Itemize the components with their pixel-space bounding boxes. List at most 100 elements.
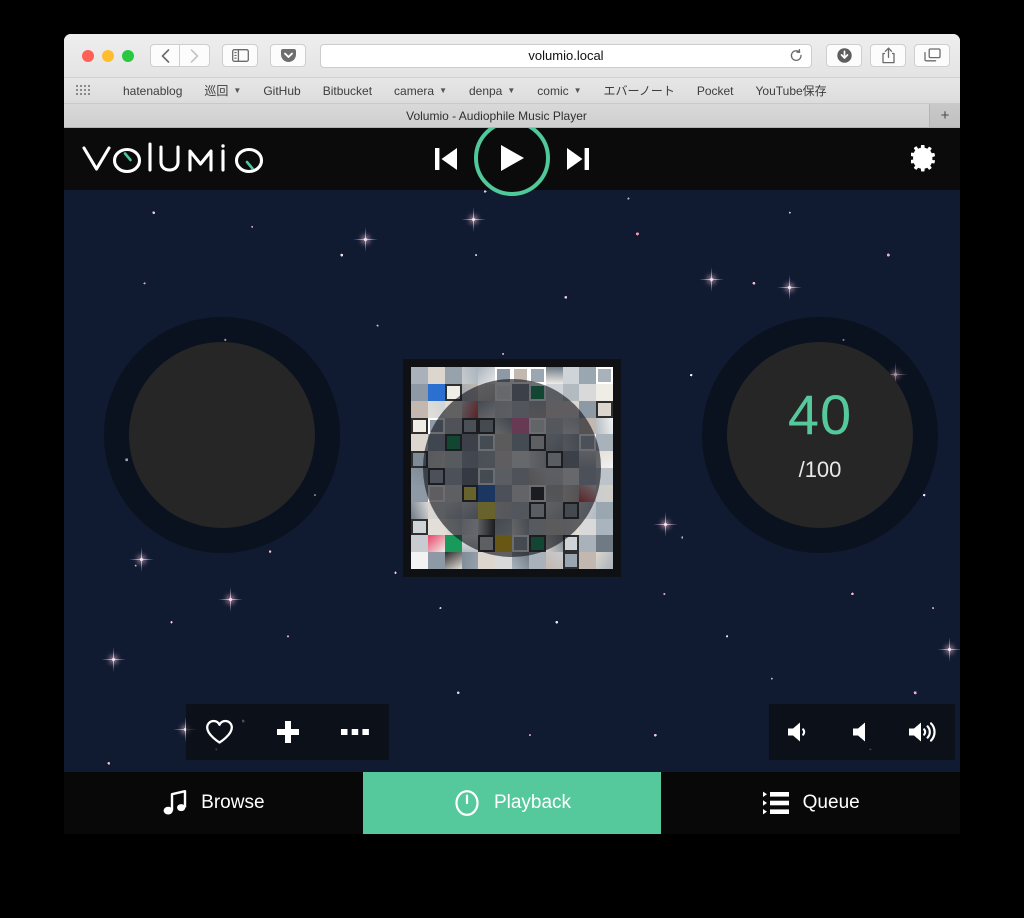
show-all-tabs-button[interactable]	[914, 44, 950, 67]
close-window-button[interactable]	[82, 49, 94, 62]
bookmarks-bar: hatenablog 巡回 ▼ GitHub Bitbucket camera …	[64, 78, 960, 104]
reload-button[interactable]	[790, 48, 803, 63]
play-button[interactable]	[474, 128, 550, 196]
volume-knob[interactable]: 40 /100	[727, 342, 913, 528]
bottom-navigation: Browse Playback Queue	[64, 772, 960, 834]
add-to-playlist-button[interactable]	[254, 704, 322, 760]
bookmark-label: denpa	[468, 83, 503, 98]
bookmark-bitbucket[interactable]: Bitbucket	[312, 84, 383, 98]
album-cover-tile	[562, 367, 580, 384]
bookmark-evernote[interactable]: エバーノート	[593, 82, 686, 99]
apps-grid-icon[interactable]	[76, 85, 90, 96]
reload-icon	[790, 48, 802, 61]
album-cover-tile	[427, 383, 445, 401]
volume-mute-icon	[853, 722, 865, 742]
bookmark-camera[interactable]: camera ▼	[383, 84, 458, 98]
minimize-window-button[interactable]	[102, 49, 114, 62]
more-options-button[interactable]	[321, 704, 389, 760]
bookmark-github[interactable]: GitHub	[252, 84, 311, 98]
album-cover-tile	[596, 400, 613, 418]
chevron-down-icon: ▼	[573, 85, 582, 95]
download-icon	[836, 48, 852, 63]
bookmark-comic[interactable]: comic ▼	[526, 84, 592, 98]
album-cover-tile	[411, 535, 428, 553]
downloads-button[interactable]	[826, 44, 862, 67]
album-cover-tile	[596, 417, 613, 435]
seek-knob[interactable]	[129, 342, 315, 528]
maximize-window-button[interactable]	[122, 49, 134, 62]
album-cover-tile	[596, 535, 613, 553]
bookmark-label: hatenablog	[123, 83, 183, 98]
gear-icon	[911, 145, 935, 172]
new-tab-button[interactable]: +	[930, 104, 960, 127]
share-button[interactable]	[870, 44, 906, 67]
album-cover-tile	[545, 367, 563, 384]
previous-track-button[interactable]	[433, 145, 459, 173]
volumio-logo	[81, 141, 279, 177]
album-cover-tile	[596, 518, 613, 536]
bookmark-youtube-save[interactable]: YouTube保存	[745, 82, 838, 99]
bookmark-denpa[interactable]: denpa ▼	[458, 84, 526, 98]
bookmark-label: 巡回	[204, 84, 229, 98]
plus-icon	[276, 721, 299, 743]
playback-stage: 40 /100	[64, 190, 960, 772]
window-controls	[82, 49, 134, 62]
nav-browse[interactable]: Browse	[64, 772, 363, 834]
mute-button[interactable]	[831, 704, 893, 760]
album-cover-tile	[427, 552, 445, 569]
next-track-icon	[567, 148, 589, 170]
bookmark-label: Bitbucket	[322, 83, 373, 98]
album-cover-tile	[411, 400, 428, 418]
new-tab-label: +	[940, 107, 950, 124]
music-note-icon	[163, 790, 187, 815]
settings-button[interactable]	[911, 145, 939, 173]
next-track-button[interactable]	[565, 145, 591, 173]
bookmark-hatenablog[interactable]: hatenablog	[112, 84, 193, 98]
volume-up-icon	[909, 722, 936, 742]
sidebar-toggle-button[interactable]	[222, 44, 258, 67]
chevron-down-icon: ▼	[439, 85, 447, 95]
chevron-down-icon: ▼	[507, 85, 516, 95]
volume-down-button[interactable]	[769, 704, 831, 760]
forward-button[interactable]	[180, 44, 210, 67]
clock-icon	[455, 790, 479, 816]
volumio-app: 40 /100 Browse Playback Queue	[64, 128, 960, 834]
bookmark-label: GitHub	[263, 83, 301, 98]
ellipsis-icon	[341, 729, 370, 735]
favorite-button[interactable]	[186, 704, 254, 760]
nav-playback[interactable]: Playback	[362, 772, 662, 834]
show-all-tabs-icon	[923, 48, 941, 62]
album-cover-tile	[579, 383, 597, 401]
volume-max-label: /100	[798, 457, 842, 482]
nav-label: Queue	[802, 792, 860, 813]
album-cover-tile	[579, 535, 597, 553]
album-cover-tile	[596, 552, 613, 569]
forward-chevron-icon	[190, 48, 199, 63]
nav-label: Browse	[201, 792, 265, 813]
nav-queue[interactable]: Queue	[661, 772, 960, 834]
play-icon	[501, 145, 524, 171]
album-cover-tile	[562, 552, 580, 569]
album-cover-tile	[411, 518, 428, 536]
album-cover-tile	[596, 383, 613, 401]
album-cover-tile	[596, 367, 613, 384]
tab-volumio[interactable]: Volumio - Audiophile Music Player	[64, 104, 930, 127]
volume-up-button[interactable]	[893, 704, 955, 760]
tab-strip: Volumio - Audiophile Music Player +	[64, 104, 960, 128]
bookmark-pocket[interactable]: Pocket	[686, 84, 745, 98]
back-button[interactable]	[150, 44, 180, 67]
album-cover-tile	[596, 501, 613, 519]
browser-window: volumio.local hatenablog 巡回 ▼ GitHub Bit…	[64, 34, 960, 834]
browser-toolbar: volumio.local	[64, 34, 960, 78]
album-cover-tile	[411, 367, 428, 384]
pocket-button[interactable]	[270, 44, 306, 67]
album-art[interactable]	[403, 359, 621, 577]
volume-value: 40	[787, 383, 853, 446]
bookmark-junkai[interactable]: 巡回 ▼	[193, 82, 252, 99]
volumio-wordmark-icon	[82, 142, 264, 174]
album-cover-tile	[444, 552, 462, 569]
album-cover-tile	[427, 535, 445, 553]
album-cover-tile	[545, 552, 563, 569]
share-icon	[881, 47, 895, 64]
address-bar[interactable]: volumio.local	[320, 43, 812, 68]
